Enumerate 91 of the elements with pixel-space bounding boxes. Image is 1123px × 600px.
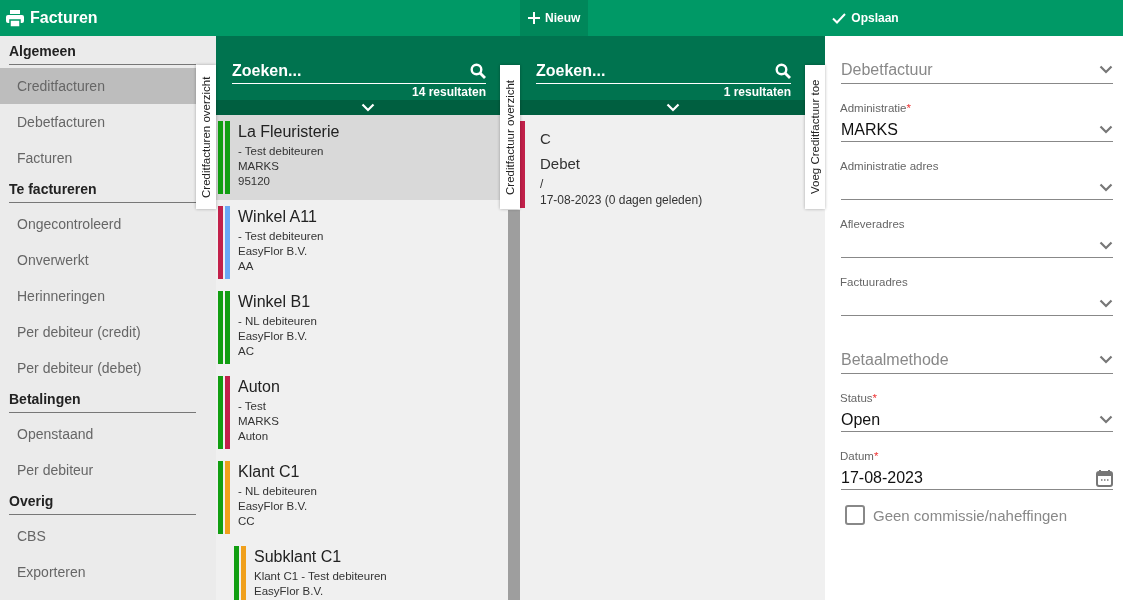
item-detail: AC	[238, 344, 255, 359]
invoice-list-item[interactable]: La Fleuristerie - Test debiteuren MARKS 95120	[216, 115, 500, 200]
printer-icon	[6, 9, 24, 27]
chevron-down-icon	[1099, 65, 1113, 74]
required-mark: *	[873, 450, 879, 462]
item-detail: - Test	[238, 399, 267, 414]
select-field[interactable]: Betaalmethode	[841, 346, 1113, 374]
chevron-down-icon	[1099, 241, 1113, 250]
item-detail: 17-08-2023 (0 dagen geleden)	[540, 193, 703, 208]
result-count: 1 resultaten	[723, 85, 791, 99]
toolbar-button[interactable]: Opslaan	[824, 0, 907, 36]
checkbox-option[interactable]: Geen commissie/naheffingen	[845, 505, 1113, 525]
invoice-list-item[interactable]: Winkel B1 - NL debiteuren EasyFlor B.V. AC	[216, 285, 500, 370]
sidebar-item[interactable]: Ongecontroleerd	[0, 206, 196, 242]
customer-name: Klant C1	[238, 463, 301, 481]
plus-icon	[528, 12, 540, 24]
sidebar-item[interactable]: Herinneringen	[0, 278, 196, 314]
search-icon[interactable]	[775, 62, 791, 79]
toolbar-button[interactable]: Nieuw	[520, 0, 589, 36]
item-detail: MARKS	[238, 414, 280, 429]
customer-name: Subklant C1	[254, 548, 343, 566]
item-detail: EasyFlor B.V.	[238, 499, 309, 514]
chevron-down-icon	[1099, 355, 1113, 364]
item-detail: MARKS	[238, 159, 280, 174]
invoice-list-item[interactable]: Subklant C1 Klant C1 - Test debiteuren EasyFlor B.V.	[216, 540, 500, 600]
item-detail: Debet	[540, 154, 582, 174]
chevron-down-icon	[1099, 415, 1113, 424]
sidebar-item[interactable]: Onverwerkt	[0, 242, 196, 278]
result-count: 14 resultaten	[411, 85, 486, 99]
field-label: Status	[840, 392, 873, 404]
invoice-list-item[interactable]: Klant C1 - NL debiteuren EasyFlor B.V. CC	[216, 455, 500, 540]
item-detail: /	[540, 177, 545, 192]
item-detail: - Test debiteuren	[238, 229, 324, 244]
chevron-down-icon	[1099, 183, 1113, 192]
invoice-list-item[interactable]: C Debet / 17-08-2023 (0 dagen geleden)	[520, 115, 805, 214]
chevron-down-icon	[665, 103, 680, 112]
item-detail: Klant C1 - Test debiteuren	[254, 569, 387, 584]
chevron-down-icon	[1099, 299, 1113, 308]
select-field[interactable]: MARKS	[841, 118, 1113, 142]
select-field[interactable]: Debetfactuur	[841, 56, 1113, 84]
sidebar-item[interactable]: Openstaand	[0, 416, 196, 452]
item-detail: - NL debiteuren	[238, 314, 317, 329]
side-tab[interactable]: Creditfactuur overzicht	[500, 65, 520, 209]
sidebar-item[interactable]: Debetfacturen	[0, 104, 196, 140]
sidebar-item[interactable]: Per debiteur	[0, 452, 196, 488]
app-title: Facturen	[30, 9, 98, 27]
sidebar-item[interactable]: Creditfacturen	[0, 68, 196, 104]
date-field[interactable]: 17-08-2023	[841, 466, 1113, 490]
section-heading: Algemeen	[9, 38, 196, 65]
field-label: Administratie adres	[840, 160, 939, 172]
field-label: Afleveradres	[840, 218, 905, 230]
search-field[interactable]: Zoeken...	[232, 61, 470, 80]
sidebar-item[interactable]: Facturen	[0, 140, 196, 176]
customer-name: Auton	[238, 378, 280, 396]
item-detail: EasyFlor B.V.	[238, 329, 309, 344]
customer-name: La Fleuristerie	[238, 123, 340, 141]
sidebar-item[interactable]: Per debiteur (debet)	[0, 350, 196, 386]
item-detail: AA	[238, 259, 255, 274]
item-detail: EasyFlor B.V.	[254, 584, 325, 599]
item-detail: - NL debiteuren	[238, 484, 317, 499]
item-detail: Auton	[238, 429, 270, 444]
item-detail: C	[540, 129, 552, 149]
invoice-list-item[interactable]: Auton - Test MARKS Auton	[216, 370, 500, 455]
customer-name: Winkel B1	[238, 293, 312, 311]
invoice-list-item[interactable]: Winkel A11 - Test debiteuren EasyFlor B.V. AA	[216, 200, 500, 285]
required-mark: *	[872, 392, 878, 404]
field-label: Factuuradres	[840, 276, 908, 288]
sidebar-item[interactable]: Exporteren	[0, 554, 196, 590]
section-heading: Overig	[9, 488, 196, 515]
chevron-down-icon	[361, 103, 375, 112]
field-label: Administratie	[840, 102, 907, 114]
sidebar-item[interactable]: Per debiteur (credit)	[0, 314, 196, 350]
field-label: Datum	[840, 450, 874, 462]
item-detail: - Test debiteuren	[238, 144, 325, 159]
chevron-down-icon	[1099, 125, 1113, 134]
customer-name: Winkel A11	[238, 208, 318, 226]
checkbox[interactable]	[845, 505, 865, 525]
search-field[interactable]: Zoeken...	[536, 61, 775, 80]
item-detail: EasyFlor B.V.	[238, 244, 309, 259]
select-field[interactable]: Open	[841, 408, 1113, 432]
sidebar-item[interactable]: CBS	[0, 518, 196, 554]
calendar-icon[interactable]	[1096, 468, 1113, 487]
item-detail: CC	[238, 514, 256, 529]
side-tab[interactable]: Voeg Creditfactuur toe	[805, 65, 825, 209]
section-heading: Betalingen	[9, 386, 196, 413]
check-icon	[832, 12, 847, 24]
search-icon[interactable]	[470, 62, 486, 79]
item-detail: 95120	[238, 174, 271, 189]
side-tab[interactable]: Creditfacturen overzicht	[196, 65, 216, 209]
scrollbar[interactable]	[508, 210, 520, 600]
required-mark: *	[906, 102, 911, 114]
